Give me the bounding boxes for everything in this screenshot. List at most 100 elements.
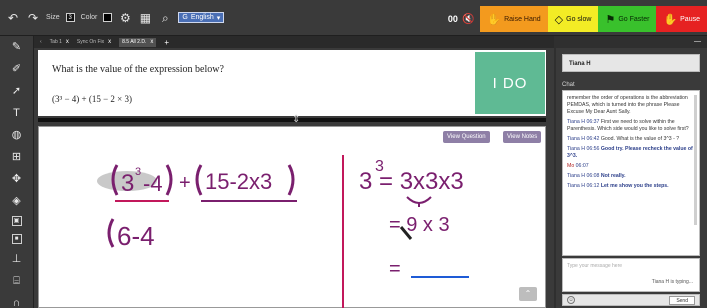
chat-input-placeholder: Type your message here (567, 263, 623, 269)
chat-text: Let me show you the steps. (600, 183, 669, 189)
i-do-banner: I DO (475, 52, 545, 114)
hand-icon: ✋ (487, 13, 502, 26)
close-icon[interactable]: x (108, 39, 111, 45)
language-select[interactable]: G English ▾ (178, 12, 225, 23)
size-select[interactable]: 3 (65, 13, 75, 22)
close-icon[interactable]: x (150, 39, 153, 45)
pause-button[interactable]: ✋ Pause (656, 6, 707, 32)
right-panel: — Tiana H Chat remember the order of ope… (556, 36, 707, 308)
board-icon[interactable]: ⌸ (10, 274, 24, 288)
tab-label: Tab 1 (49, 39, 62, 45)
send-button[interactable]: Send (669, 296, 695, 305)
chat-message: Tiana H 06:42 Good. What is the value of… (567, 136, 695, 143)
question-panel: What is the value of the expression belo… (38, 50, 546, 116)
chat-time: 06:37 (586, 119, 600, 125)
resize-handle-icon[interactable]: ⇕ (292, 114, 300, 125)
image-icon[interactable]: ▣ (11, 216, 22, 226)
chevron-down-icon: ▾ (216, 14, 221, 22)
emoji-icon[interactable]: ☺ (567, 296, 575, 304)
undo-icon[interactable]: ↶ (6, 11, 20, 25)
settings-icon[interactable]: ⚙ (118, 11, 132, 25)
pause-label: Pause (680, 15, 700, 23)
fill-icon[interactable]: ◈ (10, 194, 24, 208)
pencil-icon[interactable]: ✎ (10, 40, 24, 54)
calculator-icon[interactable]: ▦ (138, 11, 152, 25)
redo-icon[interactable]: ↷ (26, 11, 40, 25)
whiteboard-canvas[interactable]: View Question View Notes 3 3 -4 + 15-2x3 (38, 126, 546, 308)
chat-time: 06:42 (586, 136, 600, 142)
tab-3[interactable]: 8.5 All 2.D. x (119, 37, 157, 47)
chat-time: 06:07 (575, 163, 589, 169)
tab-1[interactable]: Tab 1 x (50, 39, 69, 45)
go-slow-button[interactable]: ◇ Go slow (547, 6, 599, 32)
chat-author: Tiana H (567, 173, 585, 179)
add-tab-icon[interactable]: + (164, 38, 169, 47)
chat-message: Mo 06:07 (567, 163, 695, 170)
handwriting-layer: 3 3 -4 + 15-2x3 6-4 3 3 = 3x3x3 = 9 x 3 … (97, 155, 469, 308)
chat-message: Tiana H 06:08 Not really. (567, 173, 695, 180)
question-prompt: What is the value of the expression belo… (52, 64, 224, 75)
ink-expr-b: 15-2x3 (205, 169, 272, 194)
tab-2[interactable]: Sync On Fix x (77, 39, 111, 45)
i-do-label: I DO (492, 74, 528, 92)
shapes-icon[interactable]: ⊞ (10, 150, 24, 164)
chat-input[interactable]: Type your message here Tiana H is typing… (562, 258, 700, 292)
ink-paren-open-c (107, 218, 115, 248)
chat-send-row: ☺ Send (562, 294, 700, 306)
chat-text: remember the order of operations is the … (567, 95, 688, 115)
ink-cube-line: 3 = 3x3x3 (359, 168, 464, 195)
ink-paren-close-b (287, 164, 295, 196)
chat-time: 06:56 (586, 146, 600, 152)
ink-minus-4: -4 (143, 171, 163, 196)
highlighter-icon[interactable]: ✐ (10, 62, 24, 76)
chat-text: Not really. (600, 173, 626, 179)
raise-hand-label: Raise Hand (504, 15, 541, 23)
tab-back-icon[interactable]: ‹ (40, 39, 42, 45)
ink-brace (406, 196, 432, 207)
chat-message: remember the order of operations is the … (567, 95, 695, 116)
go-faster-label: Go Faster (618, 15, 650, 23)
screen-icon[interactable]: ■ (11, 234, 22, 244)
ink-paren-close (165, 164, 173, 196)
status-controls: 00 🔇 ✋ Raise Hand ◇ Go slow ⚑ Go Faster … (448, 6, 707, 32)
chat-history[interactable]: remember the order of operations is the … (562, 90, 700, 256)
runner-icon: ⚑ (605, 13, 616, 26)
chat-scrollbar[interactable] (694, 95, 697, 225)
color-label: Color (80, 14, 98, 21)
go-slow-label: Go slow (566, 15, 592, 23)
color-picker[interactable] (103, 13, 113, 22)
minimize-icon[interactable]: — (694, 38, 701, 45)
chat-text: Good. What is the value of 3^3 - ? (600, 136, 680, 142)
pointer-icon[interactable]: ➚ (10, 84, 24, 98)
chat-author: Tiana H (567, 183, 585, 189)
translate-icon: G (182, 14, 188, 21)
ink-nine-times-three: = 9 x 3 (389, 214, 450, 236)
timer-counter: 00 (447, 14, 458, 24)
chat-message: Tiana H 06:12 Let me show you the steps. (567, 183, 695, 190)
ink-paren-open-b (195, 164, 203, 196)
headphones-icon[interactable]: ∩ (10, 296, 24, 308)
chat-time: 06:12 (586, 183, 600, 189)
chat-author: Tiana H (567, 146, 585, 152)
stop-hand-icon: ✋ (663, 13, 678, 26)
chat-message: Tiana H 06:37 First we need to solve wit… (567, 119, 695, 133)
tab-label: Sync On Fix (76, 39, 105, 45)
eraser-icon[interactable]: ◍ (10, 128, 24, 142)
chat-label: Chat (562, 82, 575, 88)
move-icon[interactable]: ✥ (10, 172, 24, 186)
right-panel-header: — (556, 36, 707, 48)
chat-author: Tiana H (567, 136, 585, 142)
ink-plus: + (179, 172, 191, 194)
raise-hand-button[interactable]: ✋ Raise Hand (480, 6, 548, 32)
go-faster-button[interactable]: ⚑ Go Faster (598, 6, 657, 32)
text-icon[interactable]: T (10, 106, 24, 120)
search-icon[interactable]: ⌕ (158, 11, 172, 25)
scroll-up-button[interactable]: ⌃ (519, 287, 537, 301)
typing-indicator: Tiana H is typing... (651, 279, 693, 285)
chat-message: Tiana H 06:56 Good try. Please recheck t… (567, 146, 695, 160)
mute-icon[interactable]: 🔇 (462, 14, 474, 25)
tab-strip: ‹ Tab 1 x Sync On Fix x 8.5 All 2.D. x + (34, 36, 554, 48)
line-icon[interactable]: ⊥ (10, 252, 24, 266)
user-name-box: Tiana H (562, 54, 700, 72)
close-icon[interactable]: x (66, 39, 69, 45)
